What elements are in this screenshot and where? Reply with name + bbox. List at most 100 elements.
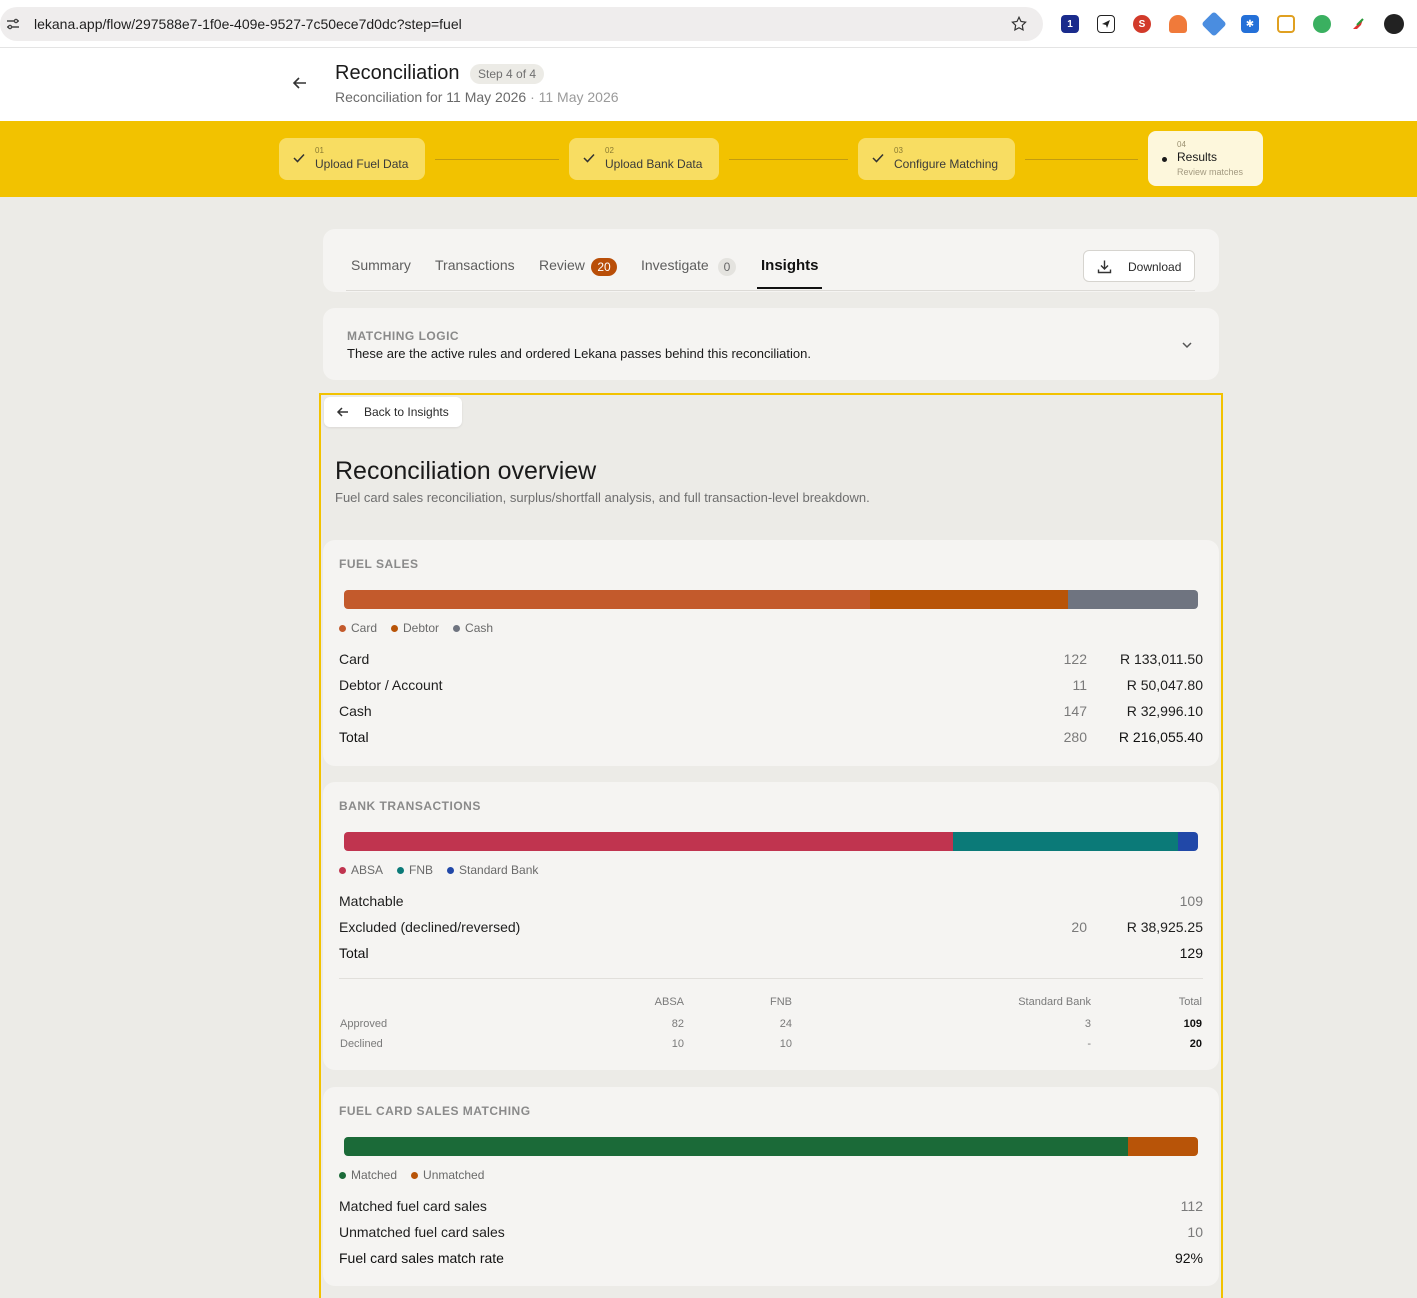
legend-label: Matched: [351, 1168, 398, 1182]
extension-seo-icon[interactable]: S: [1133, 15, 1151, 33]
bar-segment-fnb: [953, 832, 1179, 851]
active-dot-icon: [1162, 157, 1167, 162]
bank-row-total: Total 129: [339, 945, 1203, 965]
subtitle-text: Reconciliation for 11 May 2026: [335, 89, 527, 105]
legend-dot-icon: [339, 1171, 346, 1179]
tab-review[interactable]: Review: [539, 257, 585, 273]
fuel-card-matching-legend: Matched Unmatched: [339, 1168, 484, 1182]
active-tab-underline: [757, 287, 822, 289]
address-bar[interactable]: lekana.app/flow/297588e7-1f0e-409e-9527-…: [0, 7, 1043, 41]
tab-insights[interactable]: Insights: [761, 257, 819, 274]
row-count: 129: [1179, 945, 1203, 961]
fuel-sales-bar: [344, 590, 1198, 609]
extension-send-icon[interactable]: [1097, 15, 1115, 33]
step-number: 03: [894, 146, 903, 155]
row-label: Excluded (declined/reversed): [339, 919, 521, 935]
table-row-label-approved: Approved: [340, 1018, 388, 1030]
extension-1-icon[interactable]: 1: [1061, 15, 1079, 33]
url-text[interactable]: lekana.app/flow/297588e7-1f0e-409e-9527-…: [34, 16, 462, 32]
step-upload-fuel-data[interactable]: 01 Upload Fuel Data: [279, 138, 425, 180]
matching-logic-caption: MATCHING LOGIC: [347, 329, 460, 343]
back-label: Back to Insights: [364, 405, 449, 419]
review-count-badge: 20: [591, 258, 617, 276]
extension-copy-icon[interactable]: [1277, 15, 1295, 33]
row-count: 20: [1071, 919, 1087, 935]
legend-dot-icon: [339, 624, 346, 632]
step-connector: [435, 159, 559, 160]
row-label: Total: [339, 729, 369, 745]
step-sublabel: Review matches: [1177, 167, 1244, 177]
bar-segment-standard-bank: [1178, 832, 1198, 851]
investigate-count-badge: 0: [718, 258, 736, 276]
legend-item: Card: [339, 621, 377, 635]
site-settings-icon[interactable]: [6, 17, 20, 31]
step-connector: [1025, 159, 1138, 160]
step-label: Upload Fuel Data: [315, 157, 409, 171]
legend-dot-icon: [339, 866, 346, 874]
fuel-sales-legend: Card Debtor Cash: [339, 621, 493, 635]
row-amount: R 38,925.25: [1126, 919, 1203, 935]
download-button[interactable]: Download: [1083, 250, 1195, 282]
table-row-label-declined: Declined: [340, 1038, 383, 1050]
browser-toolbar: lekana.app/flow/297588e7-1f0e-409e-9527-…: [0, 0, 1417, 48]
extension-rocket-icon[interactable]: [1349, 15, 1367, 33]
chevron-down-icon[interactable]: [1180, 338, 1194, 352]
bookmark-star-icon[interactable]: [1010, 15, 1028, 33]
step-upload-bank-data[interactable]: 02 Upload Bank Data: [569, 138, 719, 180]
legend-label: Card: [351, 621, 378, 635]
step-configure-matching[interactable]: 03 Configure Matching: [858, 138, 1015, 180]
row-label: Matched fuel card sales: [339, 1198, 487, 1214]
fuel-sales-row-card: Card 122 R 133,011.50: [339, 651, 1203, 671]
tab-summary[interactable]: Summary: [351, 257, 411, 273]
matching-row-rate: Fuel card sales match rate 92%: [339, 1250, 1203, 1270]
legend-dot-icon: [391, 624, 399, 632]
row-label: Total: [339, 945, 369, 961]
step-number: 02: [605, 146, 614, 155]
profile-avatar-icon[interactable]: [1384, 14, 1404, 34]
row-count: 10: [1187, 1224, 1203, 1240]
bar-segment-cash: [1067, 590, 1198, 609]
table-header-fnb: FNB: [770, 996, 792, 1008]
row-amount: R 216,055.40: [1118, 729, 1203, 745]
step-results[interactable]: 04 Results Review matches: [1148, 131, 1263, 186]
download-icon: [1097, 260, 1112, 274]
table-header-standard-bank: Standard Bank: [1018, 996, 1091, 1008]
legend-label: Standard Bank: [459, 863, 539, 877]
extension-gear-icon[interactable]: ✱: [1241, 15, 1259, 33]
fuel-sales-row-cash: Cash 147 R 32,996.10: [339, 703, 1203, 723]
bank-transactions-bar: [344, 832, 1198, 851]
back-to-insights-button[interactable]: Back to Insights: [324, 397, 462, 427]
bank-row-matchable: Matchable 109: [339, 893, 1203, 913]
row-label: Matchable: [339, 893, 404, 909]
matching-row-matched: Matched fuel card sales 112: [339, 1198, 1203, 1218]
bank-transactions-caption: BANK TRANSACTIONS: [339, 799, 481, 813]
table-header-absa: ABSA: [654, 996, 684, 1008]
fuel-card-matching-bar: [344, 1137, 1198, 1156]
legend-label: Cash: [465, 621, 494, 635]
row-count: 92%: [1174, 1250, 1203, 1266]
legend-item: Matched: [339, 1168, 397, 1182]
bank-row-excluded: Excluded (declined/reversed) 20 R 38,925…: [339, 919, 1203, 939]
step-number: 01: [315, 146, 324, 155]
legend-label: FNB: [409, 863, 434, 877]
extension-cursor-icon[interactable]: [1313, 15, 1331, 33]
legend-dot-icon: [411, 1171, 419, 1179]
row-amount: R 32,996.10: [1126, 703, 1203, 719]
extension-chess-icon[interactable]: [1169, 15, 1187, 33]
row-count: 11: [1072, 677, 1087, 693]
table-cell: 3: [1084, 1018, 1091, 1030]
legend-item: FNB: [397, 863, 433, 877]
legend-dot-icon: [397, 866, 405, 874]
back-arrow-icon[interactable]: [291, 74, 309, 92]
table-cell-total: 109: [1183, 1018, 1202, 1030]
tab-transactions[interactable]: Transactions: [435, 257, 515, 273]
step-label: Results: [1177, 150, 1218, 164]
page-header: Reconciliation Step 4 of 4 Reconciliatio…: [0, 48, 1417, 121]
table-cell: 10: [671, 1038, 684, 1050]
check-icon: [583, 153, 595, 163]
legend-item: ABSA: [339, 863, 383, 877]
extension-tag-icon[interactable]: [1201, 11, 1227, 37]
matching-logic-panel[interactable]: MATCHING LOGIC These are the active rule…: [323, 308, 1219, 380]
tab-investigate[interactable]: Investigate: [641, 257, 709, 273]
row-count: 112: [1180, 1198, 1203, 1214]
